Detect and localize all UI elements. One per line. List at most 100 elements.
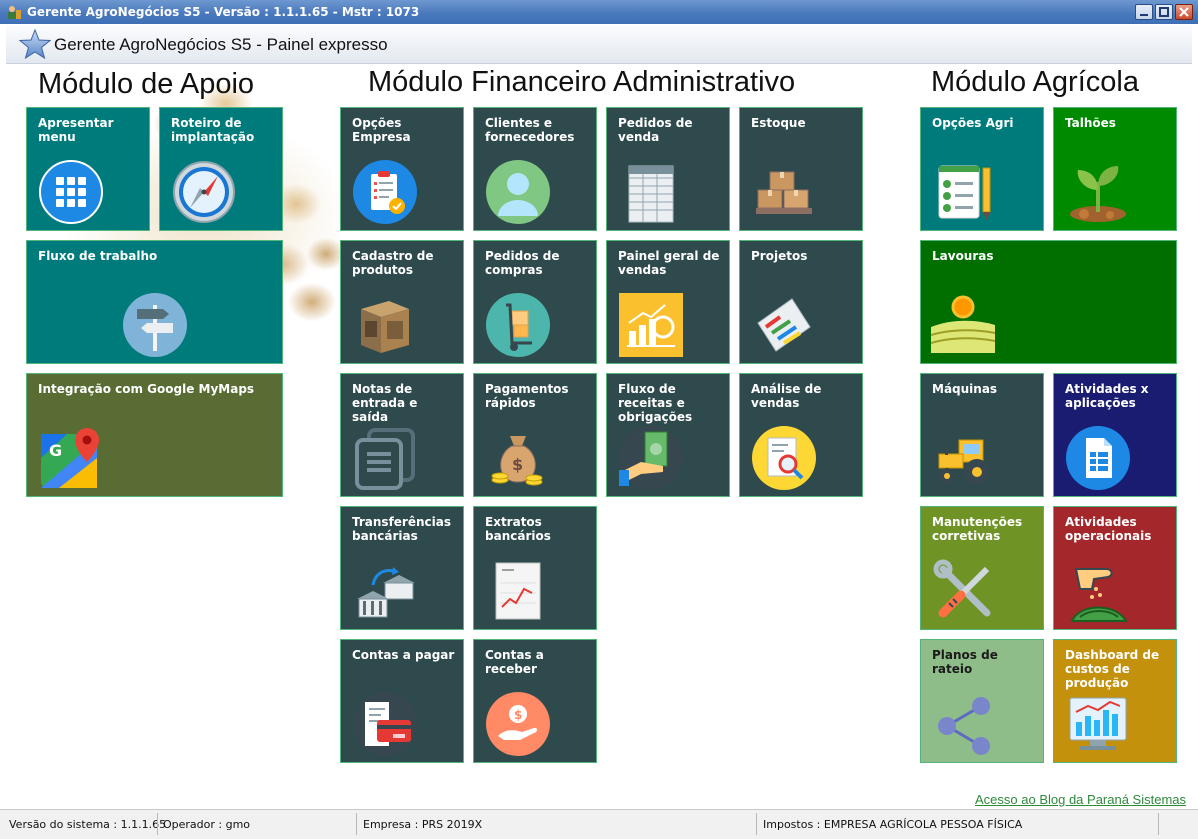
tile-label: Opções Empresa [352, 116, 411, 144]
tile-estoque[interactable]: Estoque [739, 107, 863, 231]
tile-label: Análise de vendas [751, 382, 822, 410]
compass-icon [173, 161, 235, 223]
person-icon [486, 160, 550, 224]
window-title-bar[interactable]: Gerente AgroNegócios S5 - Versão : 1.1.1… [0, 0, 1198, 24]
tile-atividades-operacionais[interactable]: Atividades operacionais [1053, 506, 1177, 630]
maximize-button[interactable] [1155, 4, 1173, 20]
tile-projetos[interactable]: Projetos [739, 240, 863, 364]
status-separator [356, 813, 357, 835]
tile-label: Atividades x aplicações [1065, 382, 1149, 410]
tile-talhoes[interactable]: Talhões [1053, 107, 1177, 231]
tile-label: Máquinas [932, 382, 998, 396]
document-table-icon [1066, 426, 1130, 490]
tile-pedidos-compras[interactable]: Pedidos de compras [473, 240, 597, 364]
star-icon [19, 28, 51, 60]
tile-label: Cadastro de produtos [352, 249, 434, 277]
status-version: Versão do sistema : 1.1.1.65 [9, 818, 167, 831]
tile-label: Pedidos de compras [485, 249, 560, 277]
tile-label: Dashboard de custos de produção [1065, 648, 1160, 690]
tractor-icon [938, 439, 990, 485]
share-icon [938, 697, 990, 755]
statement-chart-icon [495, 562, 541, 620]
tile-maquinas[interactable]: Máquinas [920, 373, 1044, 497]
tile-label: Fluxo de trabalho [38, 249, 158, 263]
tile-label: Manutenções corretivas [932, 515, 1023, 543]
money-bag-icon: $ [491, 436, 543, 486]
dashboard-monitor-icon [1069, 697, 1127, 750]
cash-hand-icon [619, 426, 683, 490]
panel-header: Gerente AgroNegócios S5 - Painel express… [6, 25, 1192, 64]
status-separator [1158, 813, 1159, 835]
svg-text:$: $ [514, 708, 522, 722]
tile-roteiro-implantacao[interactable]: Roteiro de implantação [159, 107, 283, 231]
tile-manutencoes-corretivas[interactable]: Manutenções corretivas [920, 506, 1044, 630]
tile-label: Integração com Google MyMaps [38, 382, 255, 396]
tile-extratos-bancarios[interactable]: Extratos bancários [473, 506, 597, 630]
tile-planos-rateio[interactable]: Planos de rateio [920, 639, 1044, 763]
field-sun-icon [931, 295, 995, 353]
google-maps-icon: G [41, 428, 99, 488]
spreadsheet-icon [628, 165, 674, 223]
close-button[interactable] [1175, 4, 1193, 20]
tile-notas-entrada-saida[interactable]: Notas de entrada e saída [340, 373, 464, 497]
status-operator: Operador : gmo [163, 818, 251, 831]
tile-label: Atividades operacionais [1065, 515, 1152, 543]
tile-lavouras[interactable]: Lavouras [920, 240, 1177, 364]
tile-label: Estoque [751, 116, 806, 130]
documents-icon [355, 428, 415, 490]
tile-label: Clientes e fornecedores [485, 116, 575, 144]
tile-contas-receber[interactable]: Contas a receber $ [473, 639, 597, 763]
tile-integracao-google-mymaps[interactable]: Integração com Google MyMaps G [26, 373, 283, 497]
module-financeiro-title: Módulo Financeiro Administrativo [368, 66, 796, 98]
status-taxes: Impostos : EMPRESA AGRÍCOLA PESSOA FÍSIC… [763, 818, 1023, 831]
tile-label: Talhões [1065, 116, 1116, 130]
sales-chart-icon [619, 293, 683, 357]
dashboard-content: Módulo de Apoio Módulo Financeiro Admini… [6, 64, 1192, 808]
tile-pedidos-venda[interactable]: Pedidos de venda [606, 107, 730, 231]
close-icon [1179, 7, 1189, 17]
tile-apresentar-menu[interactable]: Apresentar menu [26, 107, 150, 231]
maximize-icon [1159, 7, 1169, 17]
blog-link[interactable]: Acesso ao Blog da Paraná Sistemas [975, 792, 1186, 807]
window-title: Gerente AgroNegócios S5 - Versão : 1.1.1… [27, 5, 420, 19]
grid-icon [39, 160, 103, 224]
tile-label: Extratos bancários [485, 515, 551, 543]
tile-opcoes-empresa[interactable]: Opções Empresa [340, 107, 464, 231]
tile-analise-vendas[interactable]: Análise de vendas [739, 373, 863, 497]
tile-dashboard-custos-producao[interactable]: Dashboard de custos de produção [1053, 639, 1177, 763]
minimize-button[interactable] [1135, 4, 1153, 20]
tile-transferencias-bancarias[interactable]: Transferências bancárias [340, 506, 464, 630]
page-title: Gerente AgroNegócios S5 - Painel express… [54, 35, 388, 54]
tile-painel-geral-vendas[interactable]: Painel geral de vendas [606, 240, 730, 364]
tile-cadastro-produtos[interactable]: Cadastro de produtos [340, 240, 464, 364]
module-apoio-title: Módulo de Apoio [38, 68, 255, 100]
clipboard-pencil-icon [938, 165, 991, 220]
receipt-card-icon [353, 692, 417, 756]
boxes-icon [756, 171, 812, 214]
tile-contas-pagar[interactable]: Contas a pagar [340, 639, 464, 763]
tile-pagamentos-rapidos[interactable]: Pagamentos rápidos $ [473, 373, 597, 497]
tile-clientes-fornecedores[interactable]: Clientes e fornecedores [473, 107, 597, 231]
tile-label: Projetos [751, 249, 808, 263]
svg-text:$: $ [512, 455, 523, 474]
module-agricola-title: Módulo Agrícola [931, 66, 1139, 98]
farmer-app-icon [8, 6, 21, 19]
tile-label: Apresentar menu [38, 116, 114, 144]
tile-atividades-aplicacoes[interactable]: Atividades x aplicações [1053, 373, 1177, 497]
tile-label: Roteiro de implantação [171, 116, 255, 144]
status-separator [157, 813, 158, 835]
tile-fluxo-receitas-obrigacoes[interactable]: Fluxo de receitas e obrigações [606, 373, 730, 497]
tile-label: Fluxo de receitas e obrigações [618, 382, 693, 424]
crate-icon [361, 301, 409, 353]
tile-label: Lavouras [932, 249, 994, 263]
hand-truck-icon [486, 293, 550, 357]
tile-label: Contas a receber [485, 648, 544, 676]
tile-opcoes-agri[interactable]: Opções Agri [920, 107, 1044, 231]
tile-label: Pedidos de venda [618, 116, 693, 144]
tile-label: Opções Agri [932, 116, 1014, 130]
tile-label: Planos de rateio [932, 648, 998, 676]
tile-fluxo-trabalho[interactable]: Fluxo de trabalho [26, 240, 283, 364]
status-bar: Versão do sistema : 1.1.1.65 Operador : … [0, 809, 1198, 839]
signpost-icon [123, 293, 187, 357]
checklist-icon [353, 160, 417, 224]
